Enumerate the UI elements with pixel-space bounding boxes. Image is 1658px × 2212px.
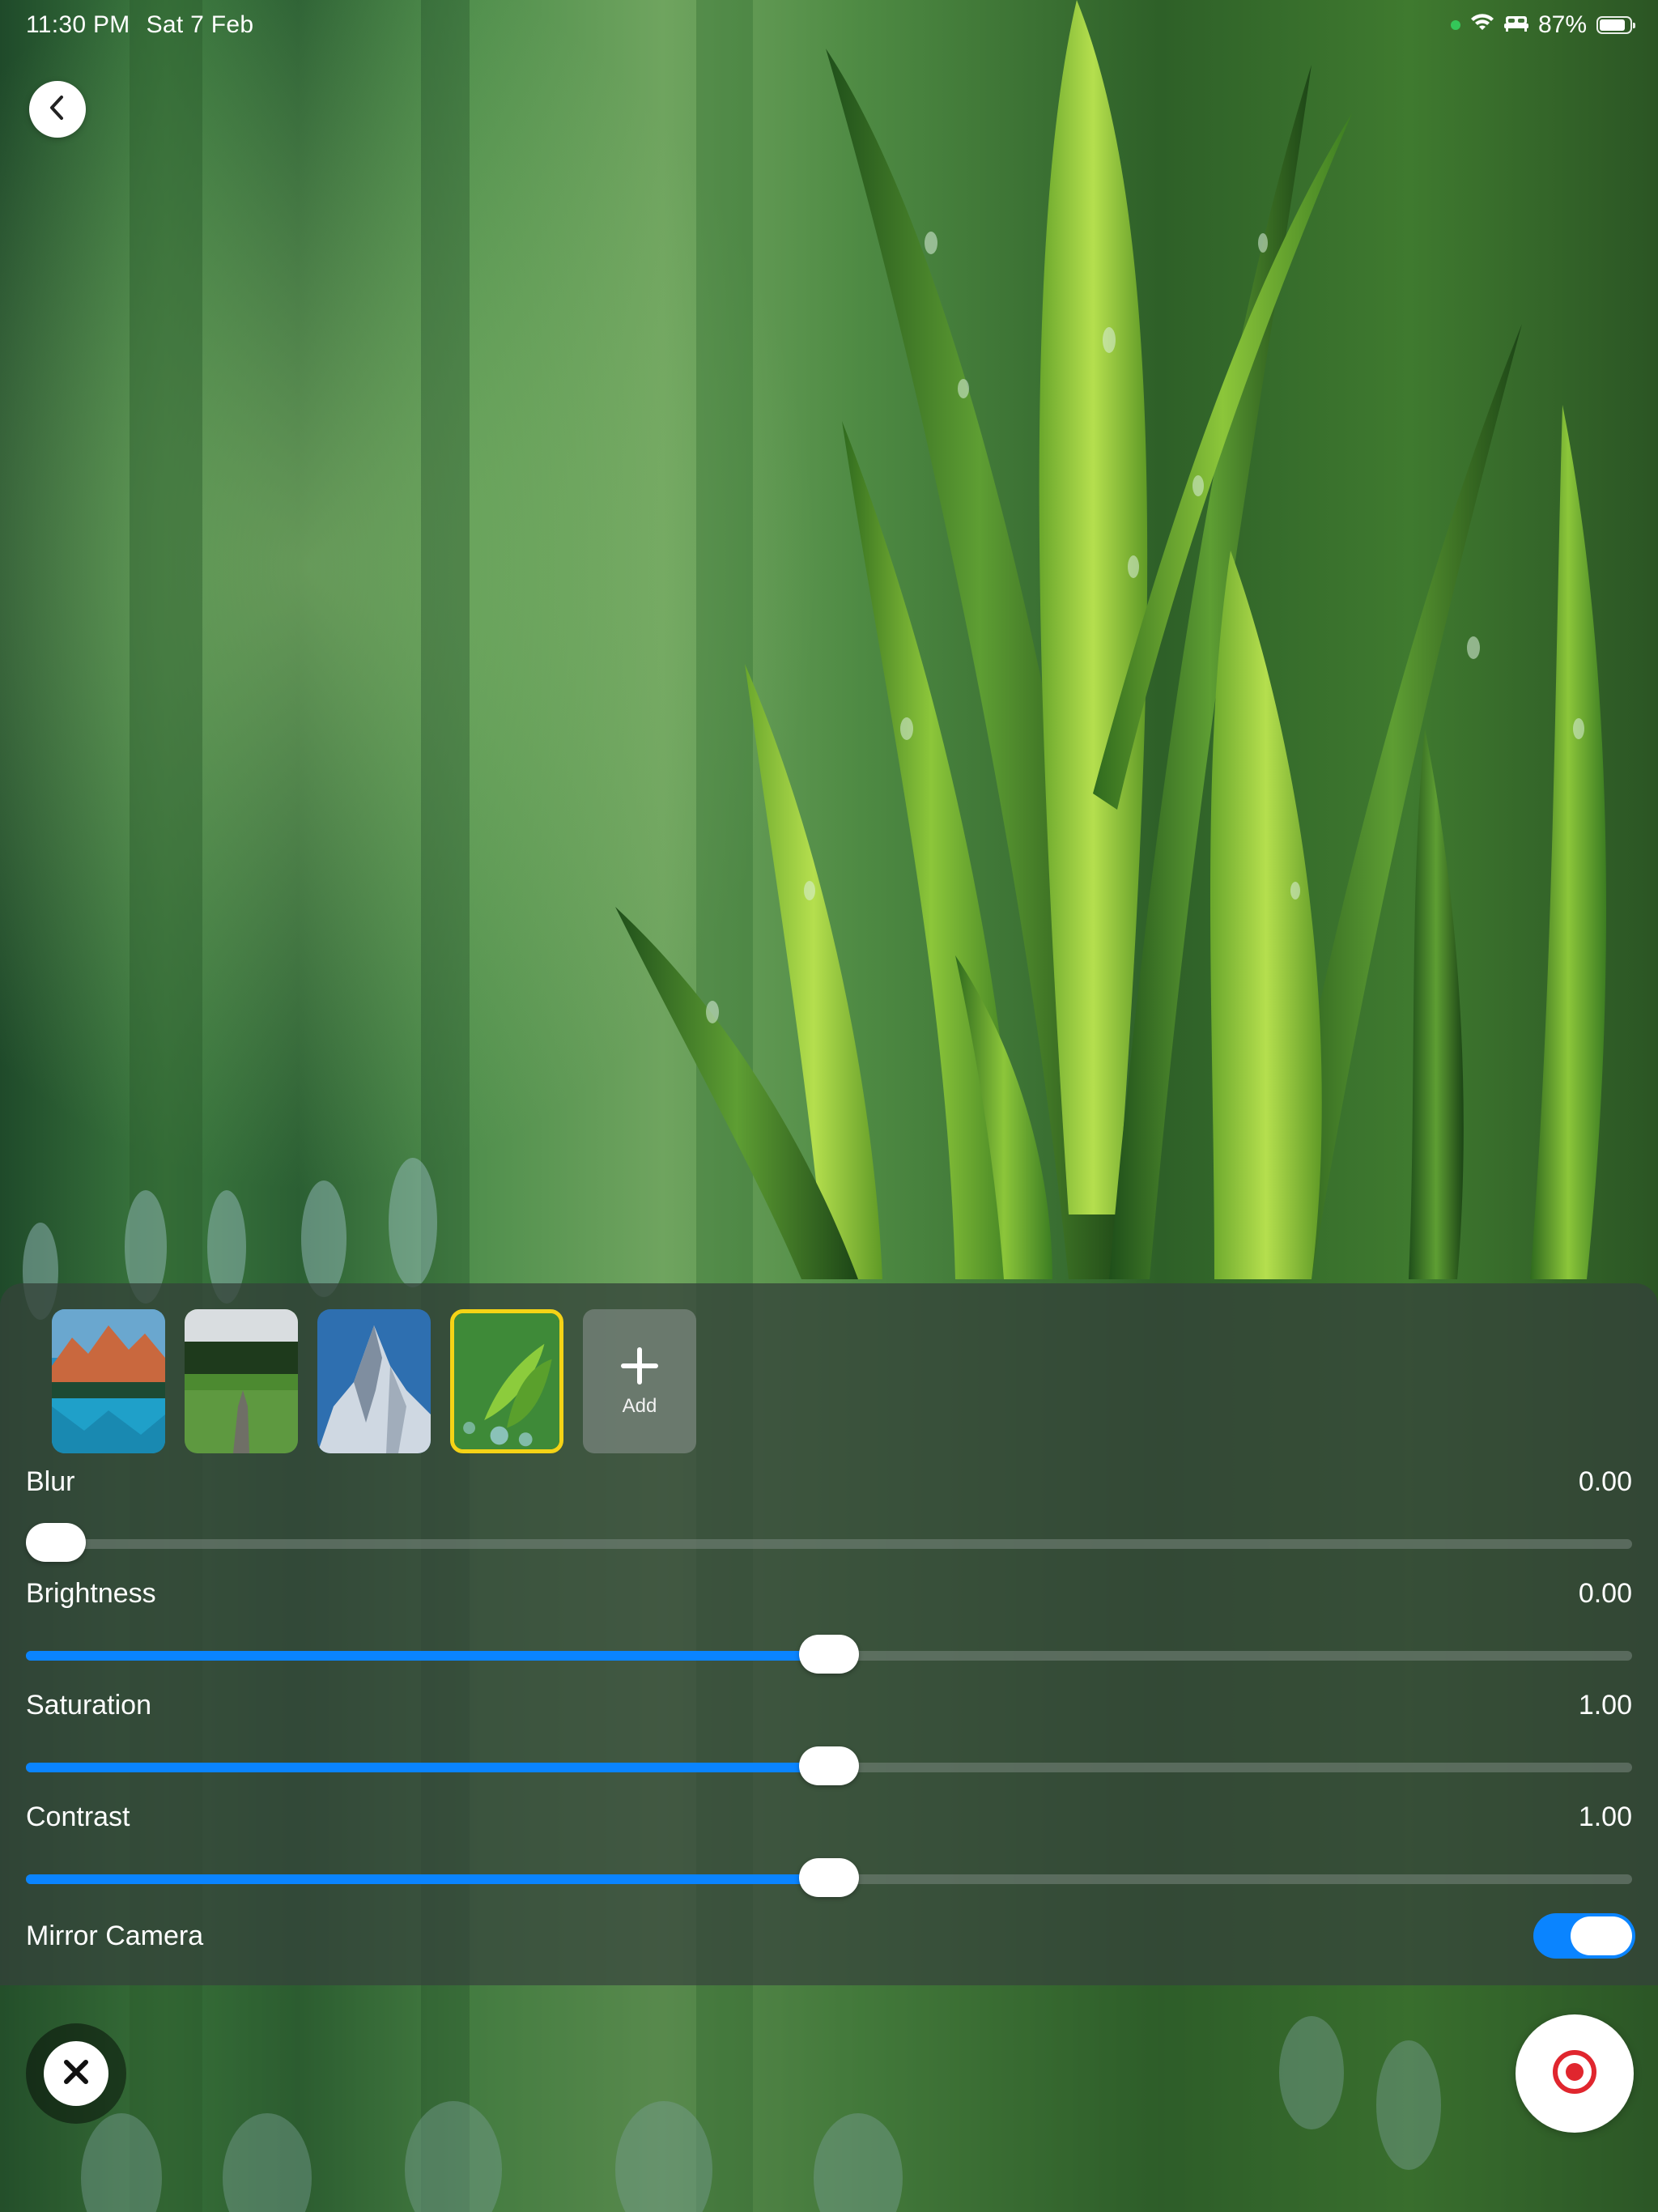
back-button[interactable] [29, 81, 86, 138]
saturation-label: Saturation [26, 1689, 151, 1721]
mirror-camera-toggle[interactable] [1533, 1913, 1635, 1959]
status-indicators: 87% [1450, 11, 1635, 39]
brightness-slider-thumb[interactable] [799, 1635, 859, 1674]
saturation-slider[interactable] [26, 1746, 1632, 1785]
brightness-value: 0.00 [1578, 1577, 1632, 1609]
saturation-row: Saturation 1.00 [26, 1687, 1632, 1723]
brightness-row: Brightness 0.00 [26, 1576, 1632, 1611]
saturation-slider-thumb[interactable] [799, 1746, 859, 1785]
close-button-inner [44, 2041, 108, 2106]
contrast-value: 1.00 [1578, 1801, 1632, 1832]
snowy-peak-thumbnail[interactable] [317, 1309, 431, 1453]
green-field-path-thumbnail[interactable] [185, 1309, 298, 1453]
green-leaves-thumbnail[interactable] [450, 1309, 563, 1453]
contrast-slider-thumb[interactable] [799, 1858, 859, 1897]
add-background-button[interactable]: Add [583, 1309, 696, 1453]
saturation-value: 1.00 [1578, 1689, 1632, 1721]
close-x-icon [60, 2056, 92, 2092]
background-thumbnails: Add [52, 1309, 696, 1453]
blur-row: Blur 0.00 [26, 1464, 1632, 1499]
close-button[interactable] [26, 2023, 126, 2124]
blur-slider-track [26, 1539, 1632, 1549]
brightness-slider[interactable] [26, 1635, 1632, 1674]
blur-value: 0.00 [1578, 1465, 1632, 1497]
saturation-slider-fill [26, 1763, 829, 1772]
brightness-label: Brightness [26, 1577, 156, 1609]
add-background-label: Add [622, 1394, 657, 1417]
plus-icon [619, 1346, 660, 1390]
mirror-camera-toggle-knob [1571, 1916, 1632, 1955]
mountain-lake-thumbnail[interactable] [52, 1309, 165, 1453]
blur-slider[interactable] [26, 1523, 1632, 1562]
contrast-label: Contrast [26, 1801, 130, 1832]
background-settings-panel: Add Blur 0.00 Brightness 0.00 Saturation… [0, 1283, 1658, 1985]
battery-icon [1596, 16, 1635, 34]
chevron-left-icon [45, 94, 70, 125]
status-clock: 11:30 PM [26, 11, 130, 38]
sleep-bed-icon [1503, 11, 1528, 39]
contrast-row: Contrast 1.00 [26, 1799, 1632, 1835]
blur-label: Blur [26, 1465, 75, 1497]
status-date: Sat 7 Feb [146, 11, 254, 38]
status-time: 11:30 PM Sat 7 Feb [26, 11, 253, 39]
green-dot-icon [1450, 20, 1460, 30]
contrast-slider-fill [26, 1874, 829, 1884]
mirror-camera-label: Mirror Camera [26, 1920, 204, 1951]
battery-level-fill [1600, 19, 1625, 31]
record-icon [1550, 2048, 1599, 2100]
brightness-slider-fill [26, 1651, 829, 1661]
battery-percent: 87% [1537, 11, 1587, 38]
blur-slider-thumb[interactable] [26, 1523, 86, 1562]
contrast-slider[interactable] [26, 1858, 1632, 1897]
wifi-icon [1470, 11, 1494, 39]
record-button[interactable] [1516, 2014, 1634, 2133]
mirror-camera-row: Mirror Camera [26, 1918, 1448, 1954]
